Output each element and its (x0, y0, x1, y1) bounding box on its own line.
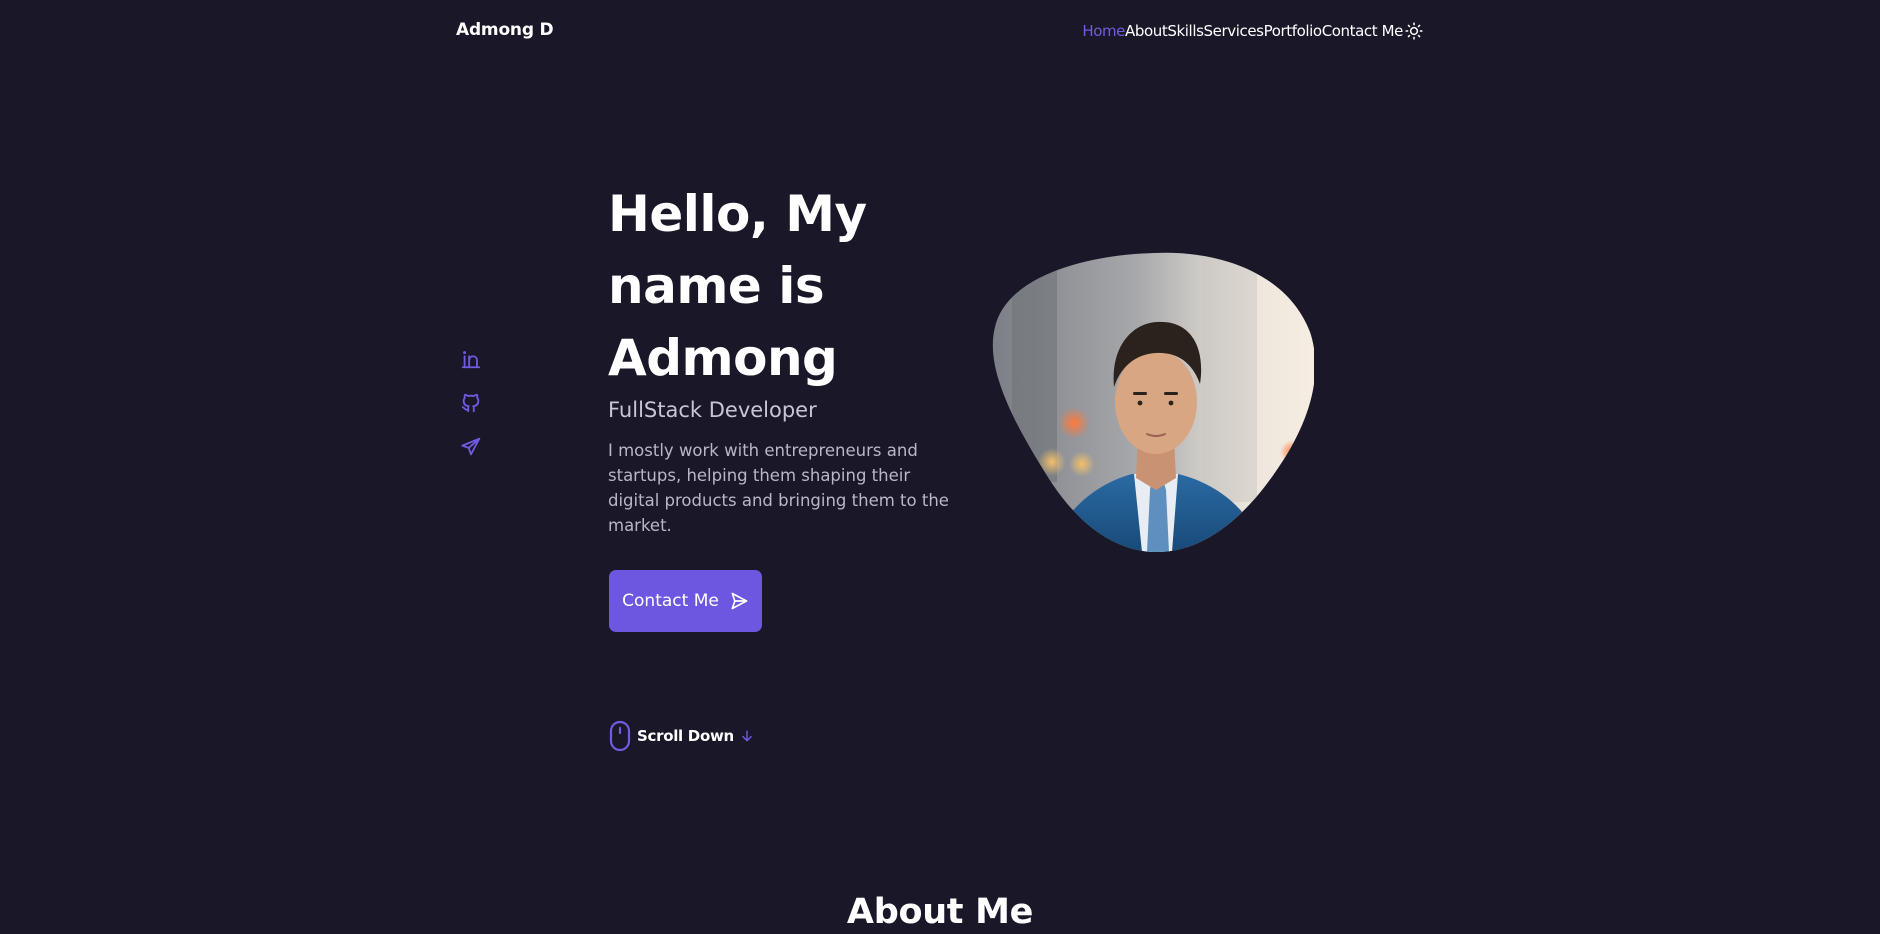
send-icon (731, 592, 748, 610)
nav-home[interactable]: Home (1082, 22, 1125, 40)
nav-services[interactable]: Services (1204, 22, 1264, 40)
social-links (460, 348, 482, 458)
page: Admong D Home About Skills Services Port… (0, 0, 1880, 934)
nav-skills[interactable]: Skills (1167, 22, 1204, 40)
profile-avatar (992, 252, 1314, 552)
hero-subtitle: FullStack Developer (608, 398, 817, 422)
telegram-link[interactable] (460, 436, 482, 458)
hero-title: Hello, My name is Admong (608, 178, 968, 394)
scroll-down-label: Scroll Down (637, 727, 734, 745)
arrow-down-icon (742, 730, 752, 742)
hero-description: I mostly work with entrepreneurs and sta… (608, 441, 949, 535)
hero-title-line-2: name is (608, 257, 825, 315)
main-nav: Home About Skills Services Portfolio Con… (1082, 21, 1424, 41)
linkedin-icon (461, 351, 481, 369)
theme-toggle-button[interactable] (1404, 21, 1424, 41)
github-link[interactable] (460, 392, 482, 414)
github-icon (461, 393, 480, 413)
nav-contact[interactable]: Contact Me (1322, 22, 1404, 40)
nav-portfolio[interactable]: Portfolio (1264, 22, 1323, 40)
scroll-down-link[interactable]: Scroll Down (609, 720, 754, 752)
mouse-icon (609, 720, 631, 752)
hero-title-line-3: Admong (608, 329, 838, 387)
telegram-icon (461, 437, 481, 456)
contact-me-button[interactable]: Contact Me (609, 570, 762, 632)
sun-icon (1405, 22, 1423, 40)
contact-me-label: Contact Me (622, 591, 719, 611)
about-section-title: About Me (846, 892, 1034, 932)
nav-about[interactable]: About (1125, 22, 1168, 40)
logo[interactable]: Admong D (456, 20, 554, 40)
hero-title-line-1: Hello, My (608, 185, 867, 243)
linkedin-link[interactable] (460, 348, 482, 370)
